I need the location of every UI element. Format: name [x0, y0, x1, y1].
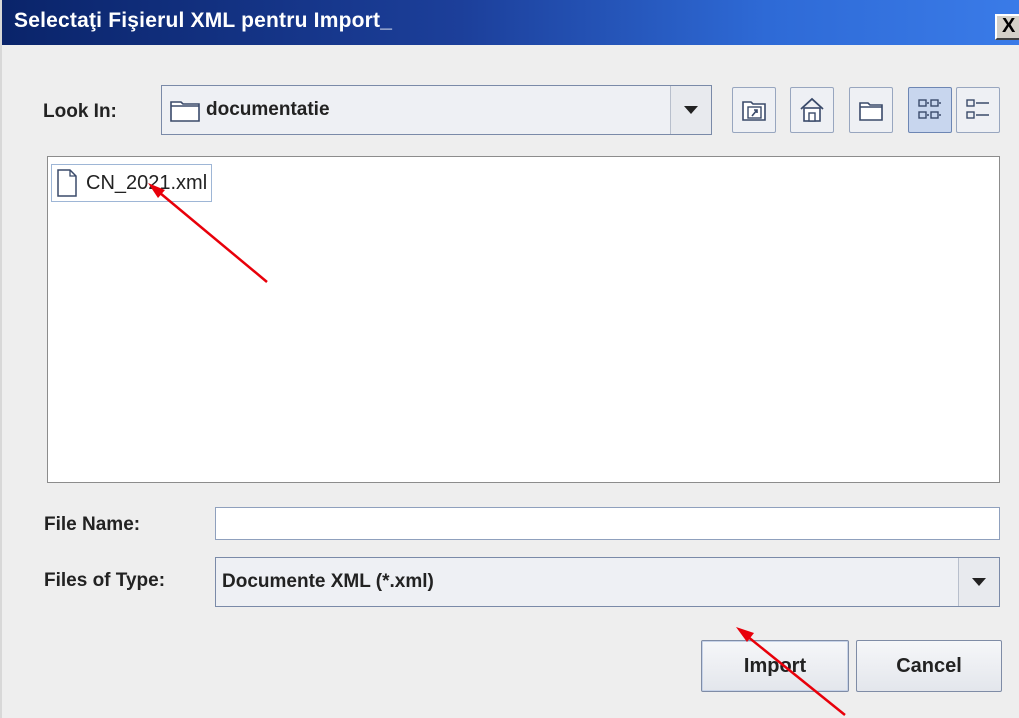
close-button[interactable]: X — [995, 14, 1019, 40]
file-name-text: CN_2021.xml — [86, 171, 208, 194]
up-one-level-icon — [742, 101, 766, 121]
new-folder-button[interactable] — [849, 87, 893, 133]
look-in-selected[interactable]: documentatie — [162, 86, 671, 134]
home-icon — [800, 97, 824, 122]
file-name-field[interactable] — [215, 507, 1000, 540]
files-of-type-selected[interactable]: Documente XML (*.xml) — [216, 558, 959, 606]
files-of-type-value: Documente XML (*.xml) — [222, 571, 434, 592]
file-icon — [57, 169, 77, 197]
title-bar[interactable]: Selectaţi Fişierul XML pentru Import_ X — [2, 0, 1019, 45]
details-view-button[interactable] — [956, 87, 1000, 133]
list-view-button[interactable] — [908, 87, 952, 133]
chevron-down-icon — [684, 106, 698, 114]
new-folder-icon — [859, 102, 883, 121]
home-button[interactable] — [790, 87, 834, 133]
files-of-type-combobox[interactable]: Documente XML (*.xml) — [215, 557, 1000, 607]
look-in-label: Look In: — [43, 101, 117, 122]
look-in-value: documentatie — [206, 99, 330, 120]
list-item[interactable]: CN_2021.xml — [51, 164, 213, 202]
file-chooser-dialog: Selectaţi Fişierul XML pentru Import_ X … — [0, 0, 1019, 718]
files-of-type-dropdown-button[interactable] — [959, 558, 999, 606]
details-view-icon — [966, 99, 989, 119]
look-in-dropdown-button[interactable] — [671, 86, 711, 134]
chevron-down-icon — [972, 578, 986, 586]
up-one-level-button[interactable] — [732, 87, 776, 133]
file-name-label: File Name: — [44, 514, 141, 535]
folder-icon — [170, 101, 200, 122]
window-title: Selectaţi Fişierul XML pentru Import_ — [14, 9, 393, 32]
file-list[interactable]: CN_2021.xml — [47, 156, 1000, 483]
files-of-type-label: Files of Type: — [44, 570, 166, 591]
close-icon: X — [1002, 15, 1016, 37]
cancel-button[interactable]: Cancel — [856, 640, 1002, 692]
import-button[interactable]: Import — [701, 640, 849, 692]
look-in-combobox[interactable]: documentatie — [161, 85, 712, 135]
list-view-icon — [918, 99, 941, 119]
